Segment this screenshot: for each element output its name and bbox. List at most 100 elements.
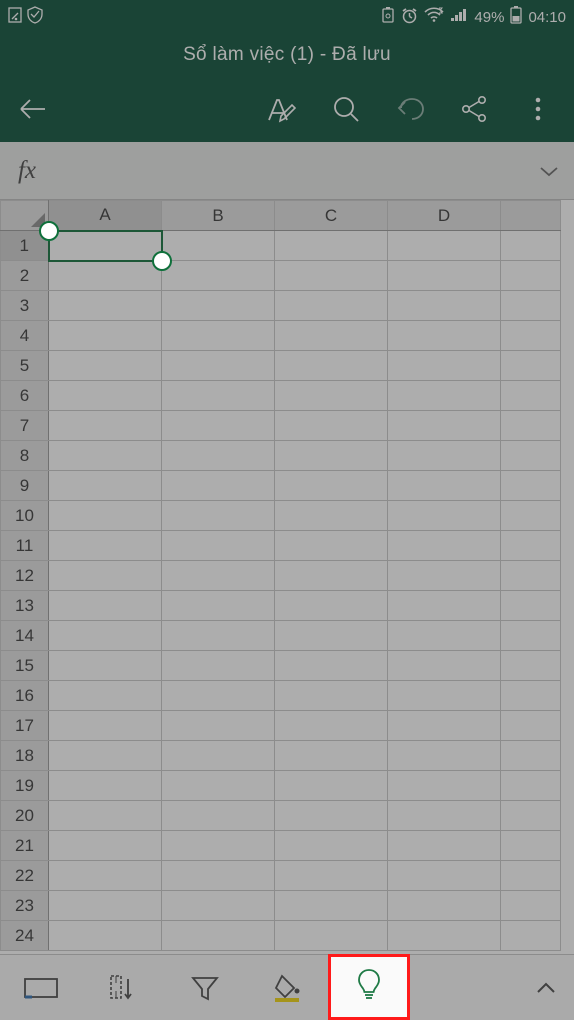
cell[interactable] bbox=[275, 831, 388, 861]
cell[interactable] bbox=[388, 471, 501, 501]
sort-button[interactable] bbox=[82, 955, 164, 1020]
cell[interactable] bbox=[49, 411, 162, 441]
row-header[interactable]: 14 bbox=[1, 621, 49, 651]
spreadsheet-grid[interactable]: A B C D 1 2 3 4 5 6 7 8 9 10 11 12 bbox=[0, 200, 574, 954]
cell[interactable] bbox=[49, 351, 162, 381]
cell[interactable] bbox=[501, 681, 561, 711]
cell[interactable] bbox=[49, 831, 162, 861]
cell[interactable] bbox=[162, 321, 275, 351]
cell[interactable] bbox=[49, 771, 162, 801]
cell[interactable] bbox=[49, 441, 162, 471]
formula-expand-button[interactable] bbox=[524, 142, 574, 199]
more-options-button[interactable] bbox=[506, 76, 570, 142]
cell[interactable] bbox=[275, 291, 388, 321]
cell[interactable] bbox=[162, 711, 275, 741]
row-header[interactable]: 10 bbox=[1, 501, 49, 531]
selection-handle-bottom-right-icon[interactable] bbox=[152, 251, 172, 271]
cell[interactable] bbox=[49, 801, 162, 831]
cell[interactable] bbox=[388, 411, 501, 441]
expand-ribbon-button[interactable] bbox=[518, 955, 574, 1020]
row-header[interactable]: 11 bbox=[1, 531, 49, 561]
row-header[interactable]: 16 bbox=[1, 681, 49, 711]
cell[interactable] bbox=[501, 501, 561, 531]
cell[interactable] bbox=[162, 381, 275, 411]
cell[interactable] bbox=[275, 441, 388, 471]
cell[interactable] bbox=[501, 351, 561, 381]
cell[interactable] bbox=[162, 561, 275, 591]
cell[interactable] bbox=[388, 711, 501, 741]
cell[interactable] bbox=[501, 741, 561, 771]
formula-input[interactable] bbox=[54, 142, 524, 199]
cell[interactable] bbox=[388, 441, 501, 471]
cell[interactable] bbox=[388, 681, 501, 711]
cell[interactable] bbox=[275, 681, 388, 711]
cell[interactable] bbox=[501, 711, 561, 741]
cell[interactable] bbox=[162, 291, 275, 321]
cell[interactable] bbox=[501, 591, 561, 621]
cell[interactable] bbox=[388, 591, 501, 621]
cell[interactable] bbox=[275, 531, 388, 561]
cell[interactable] bbox=[275, 711, 388, 741]
cell[interactable] bbox=[275, 411, 388, 441]
cell[interactable] bbox=[501, 561, 561, 591]
cell[interactable] bbox=[49, 711, 162, 741]
row-header[interactable]: 17 bbox=[1, 711, 49, 741]
cell[interactable] bbox=[49, 921, 162, 951]
cell[interactable] bbox=[162, 831, 275, 861]
cell[interactable] bbox=[501, 441, 561, 471]
selection-handle-top-left-icon[interactable] bbox=[39, 221, 59, 241]
filter-button[interactable] bbox=[164, 955, 246, 1020]
cell[interactable] bbox=[49, 651, 162, 681]
share-button[interactable] bbox=[442, 76, 506, 142]
cell[interactable] bbox=[388, 381, 501, 411]
cell[interactable] bbox=[275, 801, 388, 831]
cell[interactable] bbox=[162, 921, 275, 951]
cell[interactable] bbox=[162, 411, 275, 441]
font-format-button[interactable] bbox=[250, 76, 314, 142]
cell[interactable] bbox=[501, 861, 561, 891]
cell[interactable] bbox=[49, 261, 162, 291]
cell[interactable] bbox=[501, 801, 561, 831]
cell[interactable] bbox=[501, 651, 561, 681]
cell[interactable] bbox=[388, 801, 501, 831]
cell[interactable] bbox=[388, 921, 501, 951]
cell[interactable] bbox=[388, 831, 501, 861]
cell[interactable] bbox=[501, 471, 561, 501]
cell[interactable] bbox=[162, 591, 275, 621]
card-view-button[interactable] bbox=[0, 955, 82, 1020]
row-header[interactable]: 2 bbox=[1, 261, 49, 291]
column-header-extra[interactable] bbox=[501, 201, 561, 231]
cell[interactable] bbox=[49, 621, 162, 651]
cell[interactable] bbox=[275, 501, 388, 531]
cell[interactable] bbox=[275, 621, 388, 651]
cell[interactable] bbox=[275, 591, 388, 621]
cell[interactable] bbox=[162, 261, 275, 291]
cell[interactable] bbox=[275, 561, 388, 591]
column-header-A[interactable]: A bbox=[49, 201, 162, 231]
cell[interactable] bbox=[162, 681, 275, 711]
row-header[interactable]: 5 bbox=[1, 351, 49, 381]
row-header[interactable]: 23 bbox=[1, 891, 49, 921]
row-header[interactable]: 9 bbox=[1, 471, 49, 501]
cell[interactable] bbox=[501, 411, 561, 441]
column-header-C[interactable]: C bbox=[275, 201, 388, 231]
cell[interactable] bbox=[275, 651, 388, 681]
row-header[interactable]: 7 bbox=[1, 411, 49, 441]
row-header[interactable]: 13 bbox=[1, 591, 49, 621]
cell[interactable] bbox=[275, 381, 388, 411]
row-header[interactable]: 6 bbox=[1, 381, 49, 411]
column-header-B[interactable]: B bbox=[162, 201, 275, 231]
cell[interactable] bbox=[162, 621, 275, 651]
row-header[interactable]: 21 bbox=[1, 831, 49, 861]
cell[interactable] bbox=[162, 471, 275, 501]
cell[interactable] bbox=[501, 261, 561, 291]
cell[interactable] bbox=[501, 621, 561, 651]
cell[interactable] bbox=[388, 261, 501, 291]
cell[interactable] bbox=[275, 231, 388, 261]
cell[interactable] bbox=[49, 741, 162, 771]
cell[interactable] bbox=[275, 471, 388, 501]
cell[interactable] bbox=[162, 741, 275, 771]
row-header[interactable]: 15 bbox=[1, 651, 49, 681]
cell[interactable] bbox=[388, 291, 501, 321]
cell[interactable] bbox=[275, 261, 388, 291]
